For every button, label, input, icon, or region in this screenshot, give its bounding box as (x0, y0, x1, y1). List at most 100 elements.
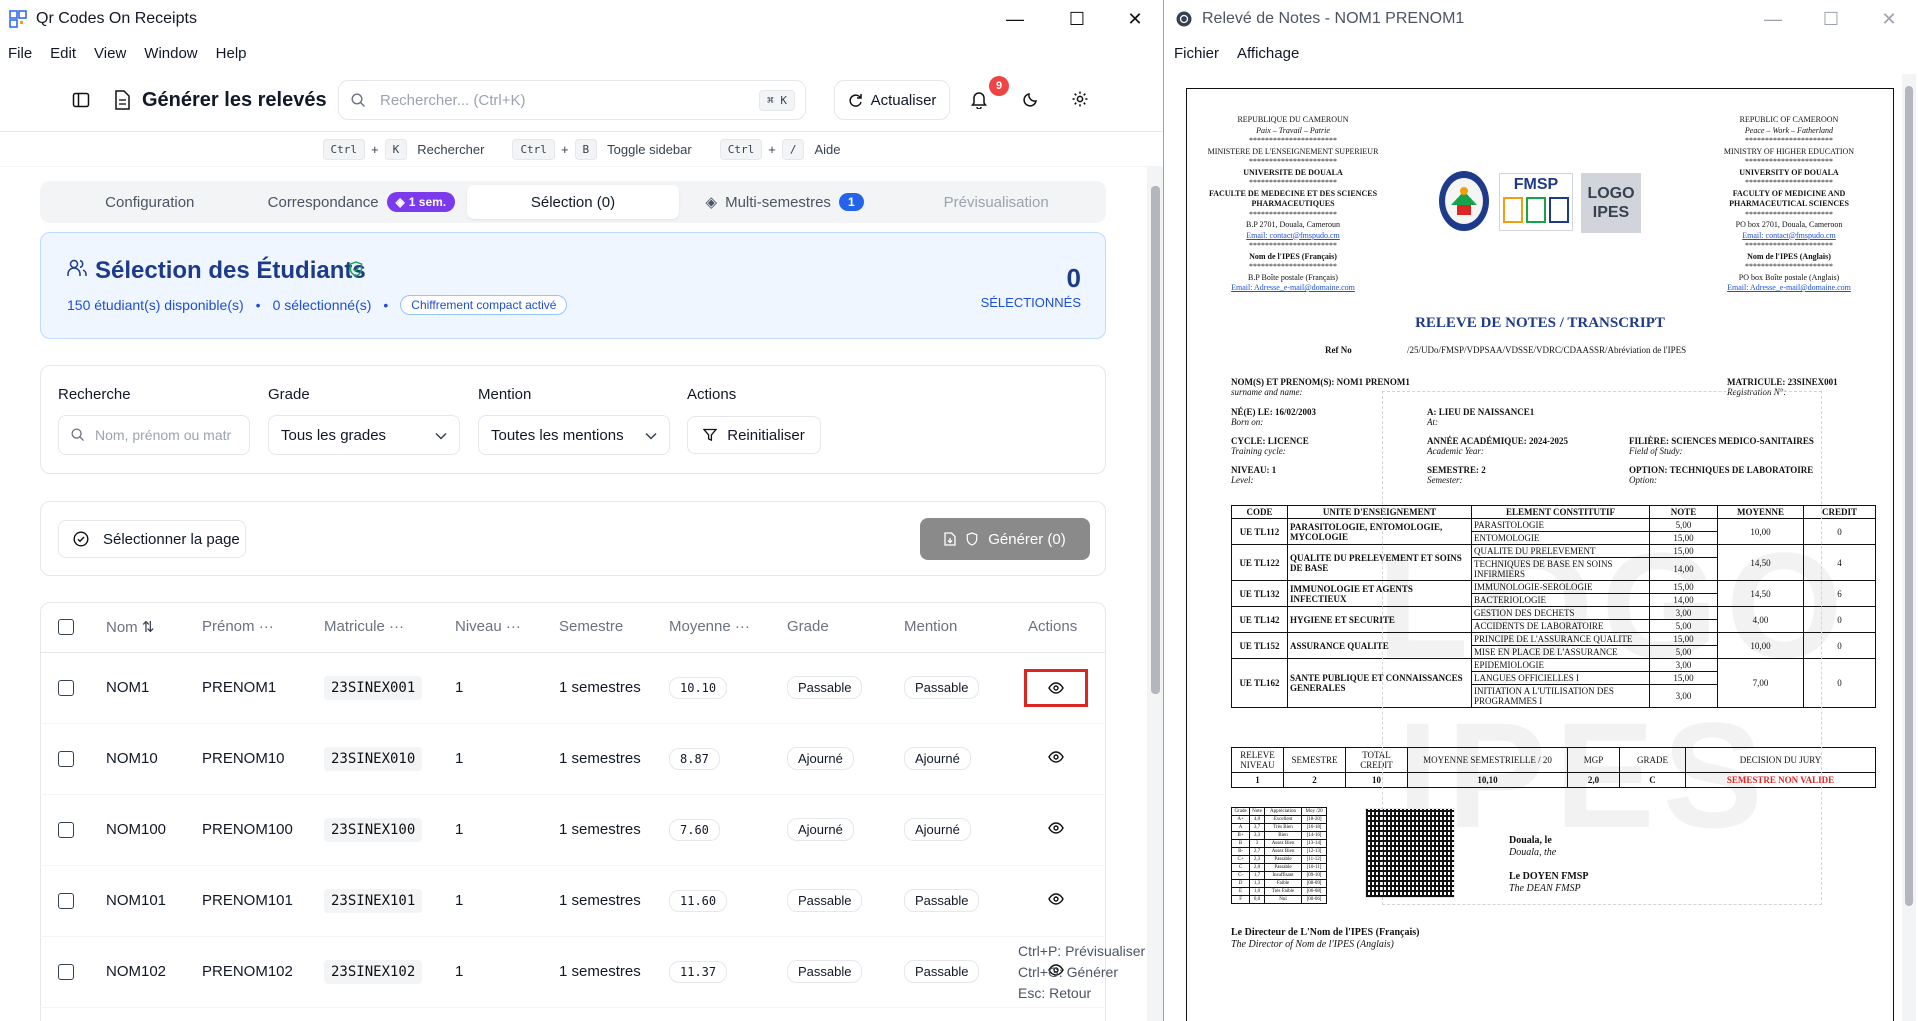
tab-multi-semestres[interactable]: ◈ Multi-semestres 1 (679, 185, 891, 219)
summary-value: 1 (1231, 772, 1284, 788)
menu-view[interactable]: View (94, 45, 126, 62)
search-shortcut: ⌘ K (759, 90, 795, 111)
generate-button[interactable]: Générer (0) (920, 518, 1090, 560)
maximize-button[interactable]: ☐ (1802, 0, 1860, 38)
select-all-checkbox[interactable] (58, 619, 74, 636)
menu-bar: File Edit View Window Help (0, 38, 1163, 68)
tab-selection[interactable]: Sélection (0) (467, 185, 679, 219)
grade-select[interactable]: Tous les grades (268, 415, 460, 455)
student-table: Nom ⇅ Prénom ··· Matricule ··· Niveau ··… (40, 602, 1106, 1008)
window-title: Qr Codes On Receipts (36, 10, 197, 27)
minimize-button[interactable]: — (1744, 0, 1802, 38)
legend-cell: 3 (1249, 839, 1265, 848)
table-row[interactable]: NOM102 PRENOM102 23SINEX102 1 1 semestre… (40, 936, 1106, 1008)
column-menu-icon[interactable]: ··· (389, 618, 404, 635)
close-button[interactable]: ✕ (1860, 0, 1918, 38)
header-email[interactable]: Email: Adresse_e-mail@domaine.com (1203, 283, 1383, 294)
summary-value: 2 (1283, 772, 1346, 788)
tab-label: Prévisualisation (943, 193, 1049, 211)
grade-badge: Ajourné (787, 818, 854, 841)
tab-label: Multi-semestres (725, 193, 831, 211)
preview-button[interactable] (1024, 668, 1088, 707)
mention-select[interactable]: Toutes les mentions (478, 415, 670, 455)
menu-help[interactable]: Help (216, 45, 247, 62)
row-checkbox[interactable] (58, 751, 74, 768)
university-seal-logo (1439, 171, 1489, 231)
scrollbar[interactable] (1147, 166, 1163, 1021)
scrollbar[interactable] (1902, 74, 1916, 1021)
col-label: Actions (1028, 618, 1078, 636)
legend-cell: Assez Bien (1263, 847, 1303, 856)
table-row[interactable]: NOM100 PRENOM100 23SINEX100 1 1 semestre… (40, 794, 1106, 866)
column-menu-icon[interactable]: ··· (735, 618, 750, 635)
selection-summary-card: Sélection des Étudiants 150 étudiant(s) … (40, 232, 1106, 339)
ue-code: UE TL142 (1231, 606, 1288, 633)
legend-cell: B (1230, 839, 1251, 848)
bell-icon[interactable] (970, 90, 988, 114)
minimize-button[interactable]: — (986, 0, 1044, 38)
student-search-input[interactable]: Nom, prénom ou matr (58, 415, 250, 455)
cell-moyenne: 8.87 (669, 748, 720, 770)
column-menu-icon[interactable]: ··· (259, 618, 274, 635)
reset-filters-button[interactable]: Reinitialiser (687, 416, 821, 454)
tab-configuration[interactable]: Configuration (44, 185, 256, 219)
table-row[interactable]: NOM10 PRENOM10 23SINEX010 1 1 semestres … (40, 723, 1106, 795)
row-checkbox[interactable] (58, 893, 74, 910)
notification-badge: 9 (989, 76, 1009, 96)
filters-card: Recherche Nom, prénom ou matr Grade Tous… (40, 365, 1106, 474)
maximize-button[interactable]: ☐ (1048, 0, 1106, 38)
legend-cell: [06-08[ (1301, 887, 1327, 896)
table-row[interactable]: NOM1 PRENOM1 23SINEX001 1 1 semestres 10… (40, 652, 1106, 724)
tab-label: Sélection (0) (530, 193, 616, 211)
header-line: FACULTY OF MEDICINE AND (1732, 188, 1846, 198)
preview-button[interactable] (1024, 751, 1088, 763)
fmsp-logo: FMSP (1499, 173, 1573, 231)
tab-previsualisation[interactable]: Prévisualisation (890, 185, 1102, 219)
close-button[interactable]: ✕ (1106, 0, 1163, 38)
scrollbar-thumb[interactable] (1151, 186, 1160, 694)
row-checkbox[interactable] (58, 822, 74, 839)
users-icon (67, 259, 87, 282)
refresh-icon (849, 93, 862, 107)
sidebar-toggle-icon[interactable] (72, 91, 90, 114)
header-email[interactable]: Email: contact@fmspudo.cm (1699, 231, 1879, 242)
sort-asc-icon[interactable]: ⇅ (142, 619, 155, 636)
hint-back: Esc: Retour (1018, 985, 1092, 1001)
dark-mode-icon[interactable] (1022, 90, 1040, 113)
scrollbar-thumb[interactable] (1905, 86, 1913, 906)
column-menu-icon[interactable]: ··· (506, 618, 521, 635)
col-prenom[interactable]: Prénom ··· (202, 602, 324, 653)
cell-niveau: 1 (455, 652, 559, 724)
col-label: Grade (787, 618, 829, 636)
menu-window[interactable]: Window (144, 45, 197, 62)
col-moyenne[interactable]: Moyenne ··· (669, 602, 787, 653)
select-page-button[interactable]: Sélectionner la page (58, 520, 246, 558)
header-email[interactable]: Email: contact@fmspudo.cm (1203, 231, 1383, 242)
menu-affichage[interactable]: Affichage (1237, 45, 1299, 62)
filter-search-label: Recherche (58, 386, 131, 403)
row-checkbox[interactable] (58, 964, 74, 981)
refresh-button[interactable]: Actualiser (834, 80, 950, 120)
table-row[interactable]: NOM101 PRENOM101 23SINEX101 1 1 semestre… (40, 865, 1106, 937)
tab-correspondance[interactable]: Correspondance ◈ 1 sem. (256, 185, 468, 219)
col-matricule[interactable]: Matricule ··· (324, 602, 455, 653)
col-niveau[interactable]: Niveau ··· (455, 602, 559, 653)
logo-text: IPES (1592, 204, 1630, 221)
legend-cell: C (1230, 863, 1251, 872)
menu-edit[interactable]: Edit (50, 45, 76, 62)
header-line: ********************** (1745, 262, 1833, 271)
preview-button[interactable] (1024, 822, 1088, 834)
header-email[interactable]: Email: Adresse_e-mail@domaine.com (1699, 283, 1879, 294)
preview-button[interactable] (1024, 893, 1088, 905)
gear-icon[interactable] (1071, 90, 1089, 113)
matricule-text: MATRICULE: 23SINEX001 (1727, 377, 1838, 387)
header-line: ********************** (1745, 241, 1833, 250)
legend-cell: B+ (1230, 831, 1251, 840)
menu-fichier[interactable]: Fichier (1174, 45, 1219, 62)
menu-file[interactable]: File (8, 45, 32, 62)
header-line: UNIVERSITY OF DOUALA (1739, 167, 1839, 177)
col-nom[interactable]: Nom ⇅ (106, 602, 202, 653)
global-search-input[interactable]: Rechercher... (Ctrl+K) ⌘ K (338, 80, 806, 120)
row-checkbox[interactable] (58, 680, 74, 697)
cell-nom: NOM101 (106, 865, 202, 937)
